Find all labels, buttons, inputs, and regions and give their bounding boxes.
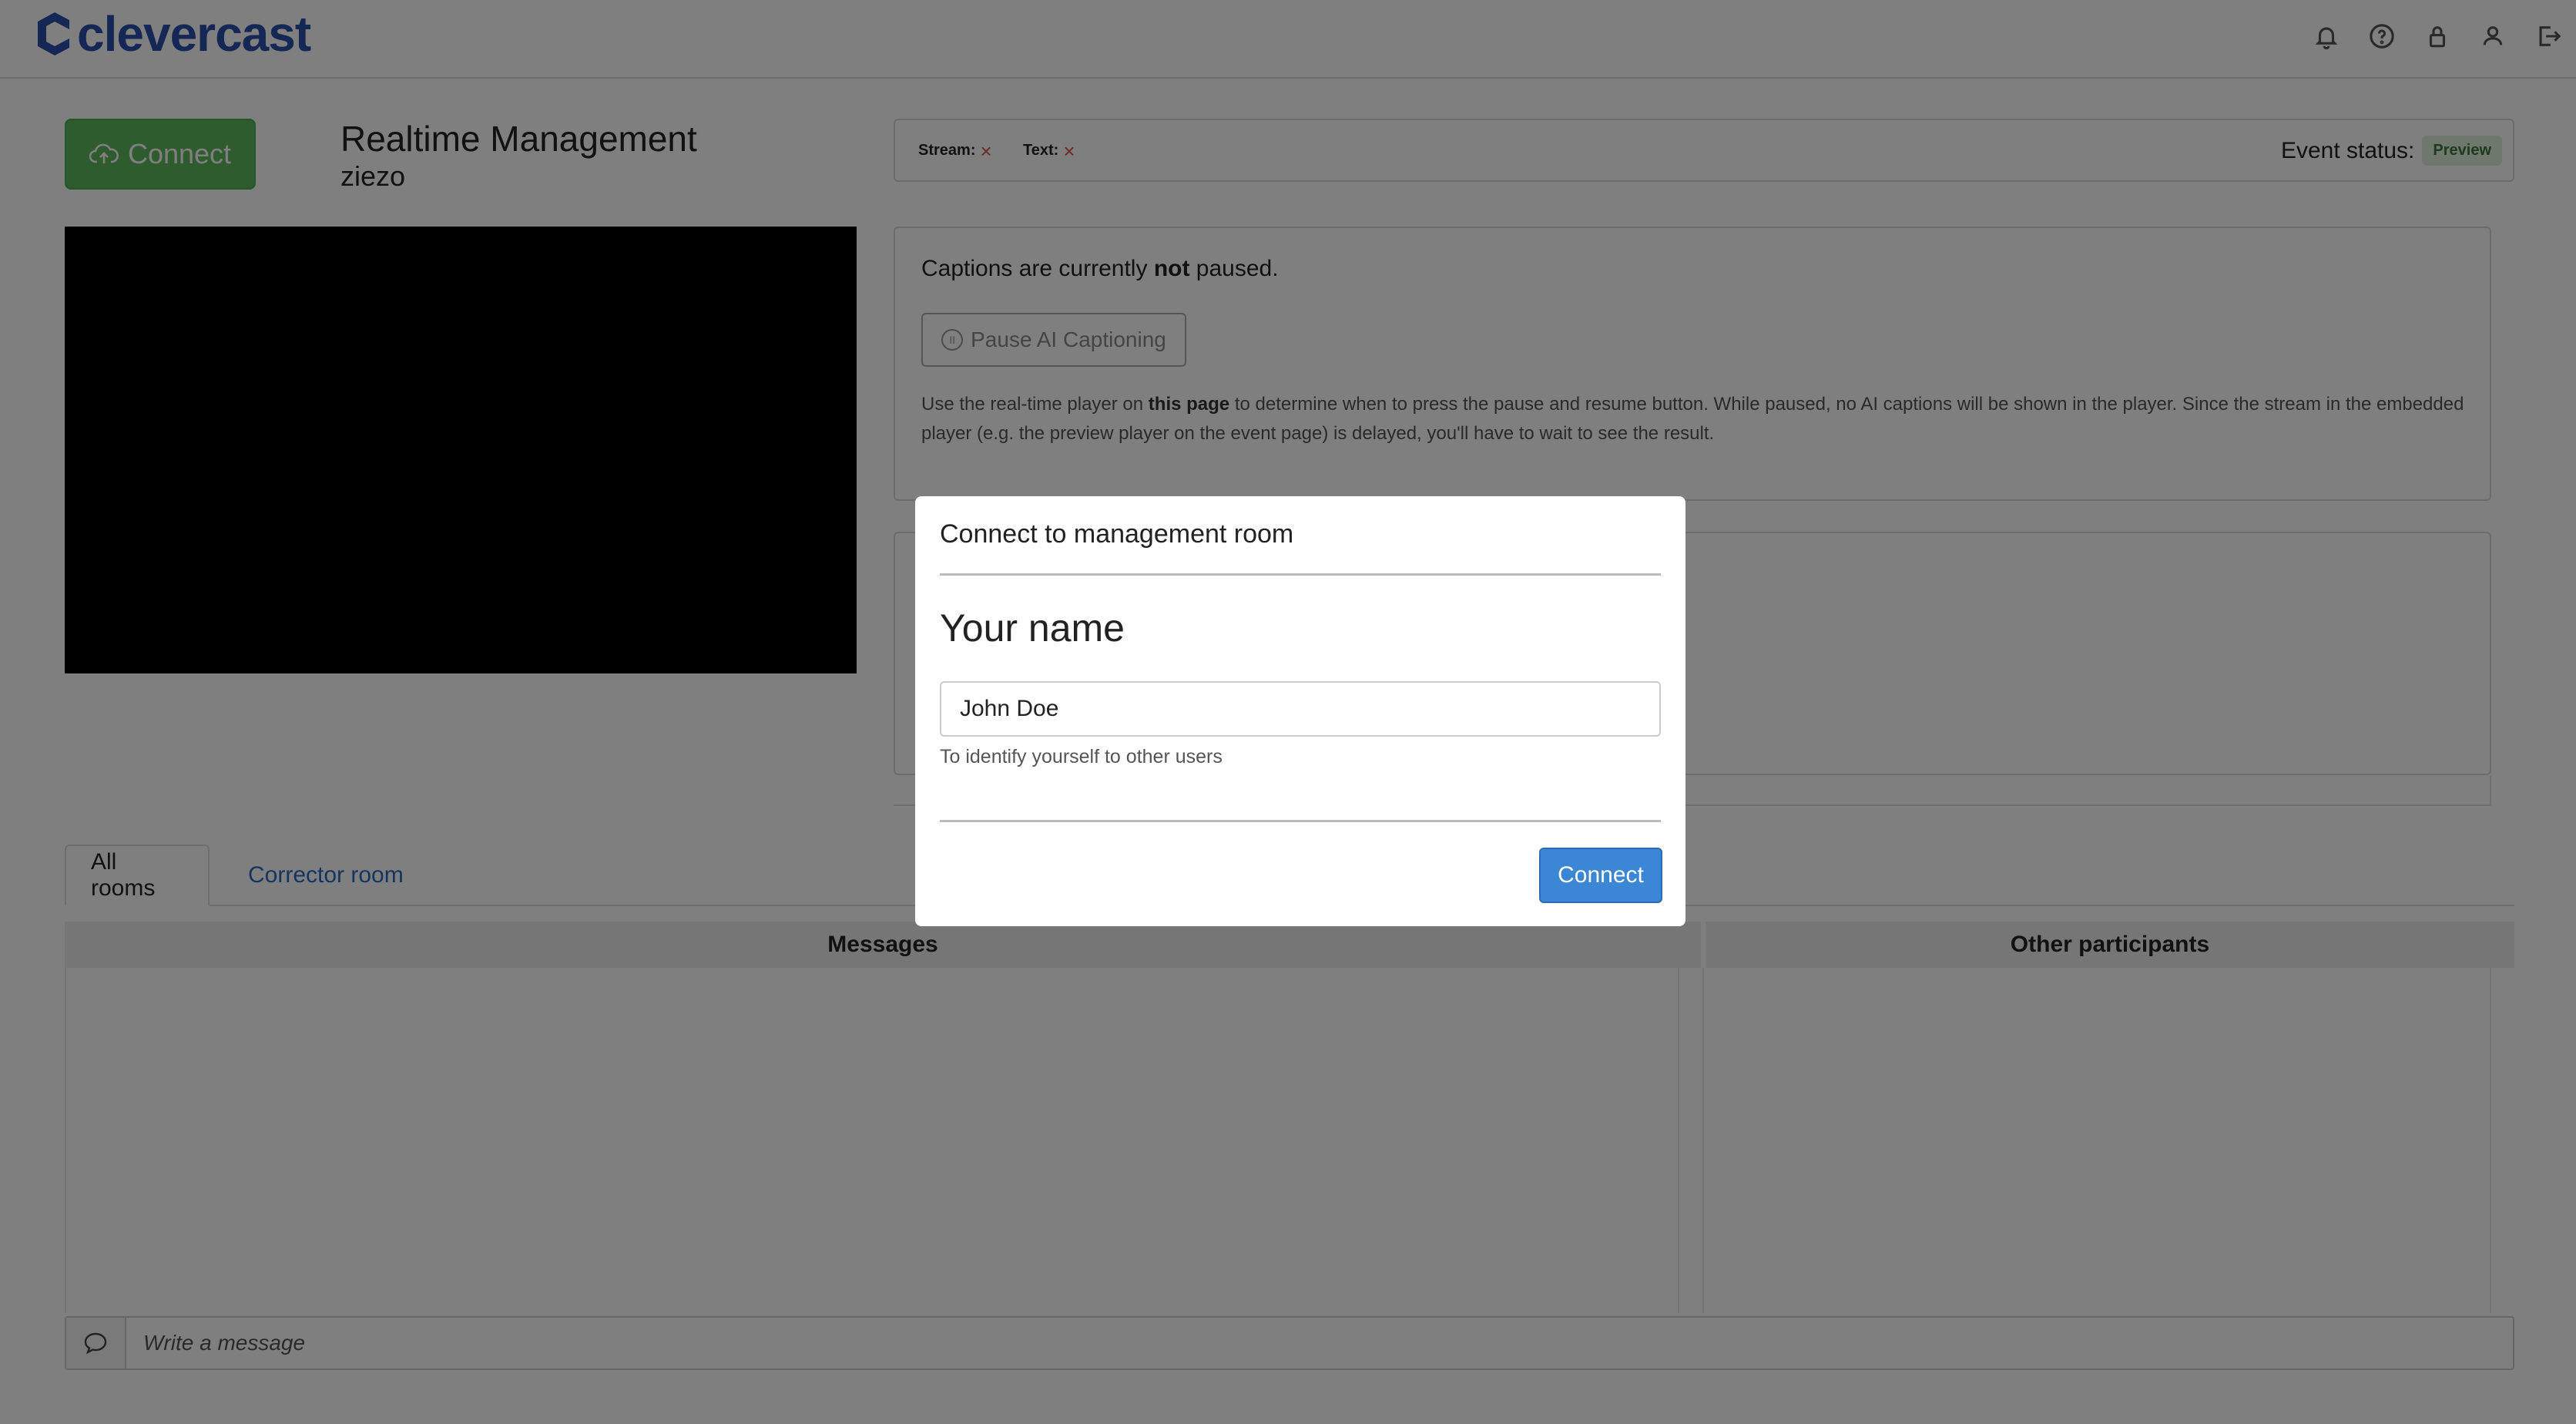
modal-divider <box>940 573 1661 576</box>
connect-modal: Connect to management room Your name To … <box>915 496 1685 926</box>
name-label: Your name <box>940 606 1125 650</box>
modal-title: Connect to management room <box>940 519 1294 549</box>
name-help-text: To identify yourself to other users <box>940 746 1223 767</box>
modal-connect-button[interactable]: Connect <box>1539 848 1662 903</box>
name-input[interactable] <box>940 681 1661 737</box>
modal-divider <box>940 820 1661 822</box>
